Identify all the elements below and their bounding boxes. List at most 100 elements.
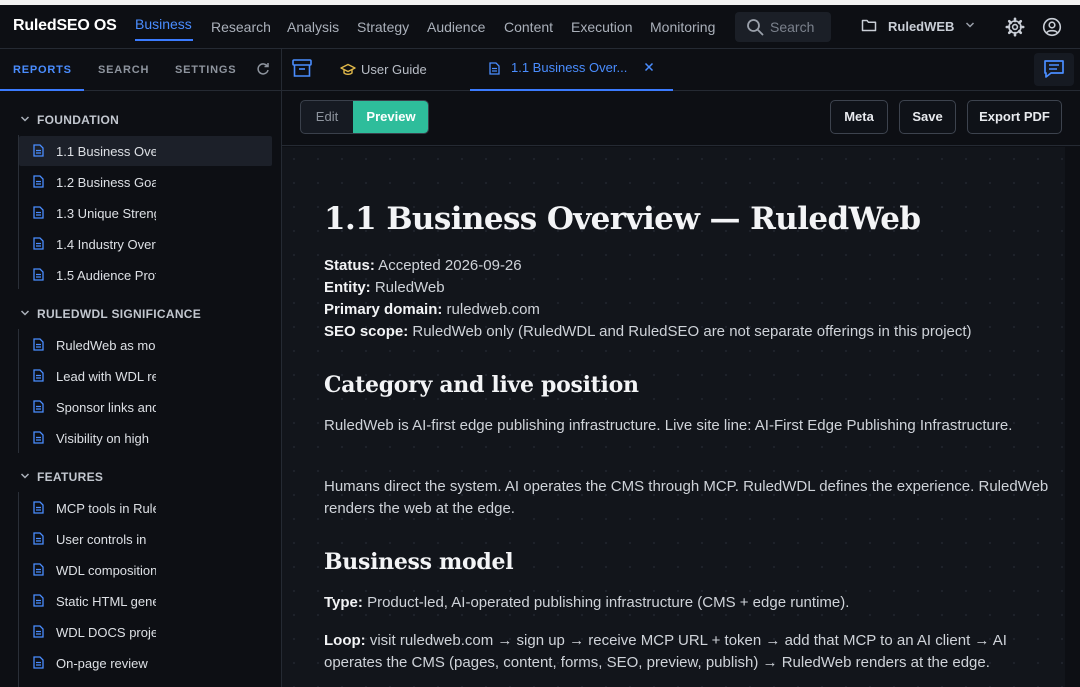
sidebar-item-label: Sponsor links and [56, 400, 156, 415]
folder-icon [861, 19, 877, 32]
document-icon [33, 501, 44, 514]
sidebar-item-label: Lead with WDL reasons [56, 369, 156, 384]
tab-business-overview[interactable]: 1.1 Business Over... [470, 49, 673, 91]
sidebar-item-label: MCP tools in Ruled [56, 501, 156, 516]
document-icon [33, 594, 44, 607]
meta-seo-scope: SEO scope: RuledWeb only (RuledWDL and R… [324, 323, 972, 340]
nav-audience[interactable]: Audience [427, 19, 485, 35]
document-icon [33, 206, 44, 219]
graduation-cap-icon [340, 63, 356, 76]
section-heading-category: Category and live position [324, 372, 639, 398]
user-circle-icon [1042, 17, 1062, 37]
sidebar-item-label: 1.4 Industry Overview [56, 237, 156, 252]
sidebar-tab-underline [0, 89, 84, 91]
nav-execution[interactable]: Execution [571, 19, 632, 35]
chat-icon [1044, 60, 1064, 78]
sidebar-item-wdl-docs[interactable]: WDL DOCS project [19, 617, 272, 647]
sidebar-item-visibility[interactable]: Visibility on high [19, 423, 272, 453]
sidebar-item-label: WDL DOCS project [56, 625, 156, 640]
nav-business[interactable]: Business [135, 16, 192, 32]
edit-preview-toggle: Edit Preview [300, 100, 429, 134]
sidebar-item-mcp-tools[interactable]: MCP tools in Ruled [19, 493, 272, 523]
document-icon [33, 532, 44, 545]
document-icon [33, 400, 44, 413]
document-icon [33, 268, 44, 281]
app-brand[interactable]: RuledSEO OS [13, 17, 117, 35]
document-icon [33, 175, 44, 188]
gear-icon [1005, 17, 1025, 37]
tab-reports[interactable]: REPORTS [13, 64, 72, 76]
account-button[interactable] [1042, 17, 1062, 42]
refresh-icon [257, 63, 269, 75]
sidebar-item-ruledweb-model[interactable]: RuledWeb as model [19, 330, 272, 360]
sidebar-item-user-controls[interactable]: User controls in [19, 524, 272, 554]
save-button[interactable]: Save [899, 100, 956, 134]
archive-button[interactable] [291, 57, 313, 84]
sidebar-item-static-html[interactable]: Static HTML generation [19, 586, 272, 616]
sidebar-item-label: 1.2 Business Goals [56, 175, 156, 190]
document-icon [489, 62, 500, 75]
chevron-down-icon [20, 116, 30, 122]
tab-label: 1.1 Business Over... [511, 60, 628, 75]
refresh-button[interactable] [256, 62, 270, 81]
sidebar-item-lead-with-wdl[interactable]: Lead with WDL reasons [19, 361, 272, 391]
nav-research[interactable]: Research [211, 19, 271, 35]
sidebar-item-unique-strengths[interactable]: 1.3 Unique Strengths [19, 198, 272, 228]
tab-user-guide[interactable]: User Guide [330, 49, 468, 91]
document-toolbar: Edit Preview Meta Save Export PDF [282, 91, 1080, 146]
document-preview: 1.1 Business Overview — RuledWeb Status:… [282, 147, 1065, 687]
meta-entity: Entity: RuledWeb [324, 279, 445, 296]
nav-analysis[interactable]: Analysis [287, 19, 339, 35]
nav-content[interactable]: Content [504, 19, 553, 35]
document-icon [33, 338, 44, 351]
export-pdf-button[interactable]: Export PDF [967, 100, 1062, 134]
sidebar: REPORTS SEARCH SETTINGS FOUNDATION 1.1 B… [0, 49, 282, 687]
tab-settings[interactable]: SETTINGS [175, 64, 236, 76]
preview-button[interactable]: Preview [353, 101, 428, 133]
sidebar-item-label: On-page review [56, 656, 148, 671]
sidebar-item-label: 1.3 Unique Strengths [56, 206, 156, 221]
search-placeholder: Search [770, 19, 815, 35]
sidebar-item-business-goals[interactable]: 1.2 Business Goals [19, 167, 272, 197]
tab-label: User Guide [361, 62, 427, 77]
nav-monitoring[interactable]: Monitoring [650, 19, 715, 35]
meta-button[interactable]: Meta [830, 100, 888, 134]
meta-status: Status: Accepted 2026-09-26 [324, 257, 522, 274]
sidebar-item-audience-profile[interactable]: 1.5 Audience Profile [19, 260, 272, 290]
search-icon [747, 19, 764, 36]
close-icon[interactable] [644, 62, 654, 72]
edit-button[interactable]: Edit [301, 101, 353, 133]
sidebar-item-label: WDL composition [56, 563, 156, 578]
archive-icon [292, 59, 312, 77]
document-title: 1.1 Business Overview — RuledWeb [324, 201, 921, 237]
chevron-down-icon [20, 473, 30, 479]
section-heading-business-model: Business model [324, 549, 514, 575]
workspace-name: RuledWEB [888, 19, 955, 34]
document-icon [33, 144, 44, 157]
document-icon [33, 625, 44, 638]
sidebar-item-wdl-composition[interactable]: WDL composition [19, 555, 272, 585]
sidebar-item-sponsor-links[interactable]: Sponsor links and [19, 392, 272, 422]
document-icon [33, 563, 44, 576]
sidebar-item-industry-overview[interactable]: 1.4 Industry Overview [19, 229, 272, 259]
preview-scrollbar[interactable] [1065, 147, 1080, 687]
sidebar-item-label: RuledWeb as model [56, 338, 156, 353]
sidebar-item-label: 1.5 Audience Profile [56, 268, 156, 283]
settings-button[interactable] [1005, 17, 1025, 42]
sidebar-item-on-page-review[interactable]: On-page review [19, 648, 272, 678]
search-input[interactable]: Search [735, 12, 831, 42]
sidebar-item-label: User controls in [56, 532, 147, 547]
document-icon [33, 237, 44, 250]
nav-active-underline [135, 39, 193, 41]
sidebar-item-label: Visibility on high [56, 431, 149, 446]
document-icon [33, 431, 44, 444]
editor-tab-bar: User Guide 1.1 Business Over... [282, 49, 1080, 91]
sidebar-item-label: Static HTML generation [56, 594, 156, 609]
document-icon [33, 656, 44, 669]
paragraph-loop: Loop: visit ruledweb.com → sign up → rec… [324, 632, 1007, 671]
nav-strategy[interactable]: Strategy [357, 19, 409, 35]
chevron-down-icon [20, 310, 30, 316]
tab-search[interactable]: SEARCH [98, 64, 149, 76]
chat-panel-button[interactable] [1034, 53, 1074, 86]
sidebar-item-business-overview[interactable]: 1.1 Business Overview [19, 136, 272, 166]
